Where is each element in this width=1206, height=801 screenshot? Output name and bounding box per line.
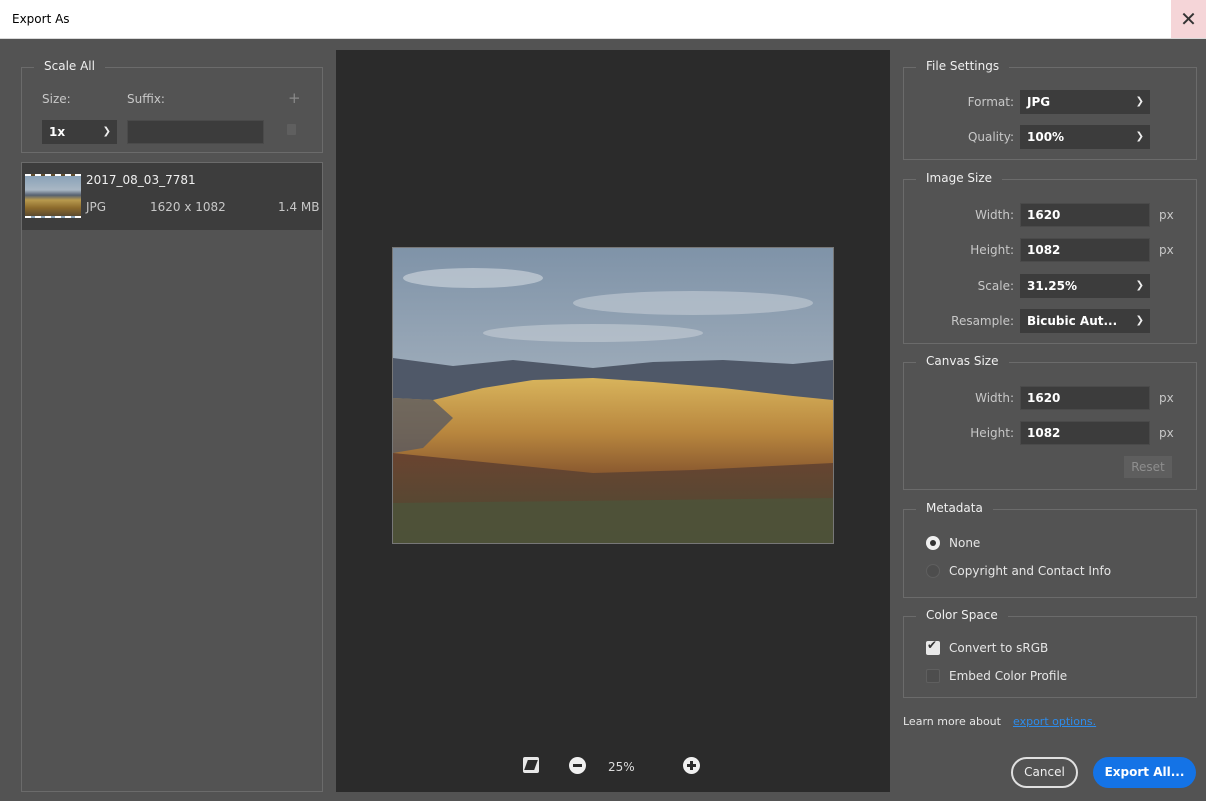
size-label: Size: [42, 92, 71, 106]
format-label: Format: [967, 95, 1014, 109]
scale-select[interactable]: 31.25% ❯ [1020, 274, 1150, 298]
delete-scale-icon[interactable] [287, 124, 296, 135]
image-width-unit: px [1159, 208, 1174, 222]
close-button[interactable]: ✕ [1171, 0, 1206, 38]
canvas-width-input[interactable]: 1620 [1020, 386, 1150, 410]
canvas-width-unit: px [1159, 391, 1174, 405]
preview-image [392, 247, 834, 544]
title-bar: Export As ✕ [0, 0, 1206, 39]
format-select[interactable]: JPG ❯ [1020, 90, 1150, 114]
add-scale-icon[interactable]: + [288, 89, 301, 107]
fit-screen-icon[interactable] [523, 757, 539, 773]
image-height-label: Height: [970, 243, 1014, 257]
color-space-group: Color Space [903, 608, 1197, 698]
zoom-level: 25% [608, 760, 635, 774]
convert-srgb-checkbox[interactable]: ✔ [926, 638, 940, 655]
metadata-copyright-label[interactable]: Copyright and Contact Info [949, 564, 1111, 578]
scale-label: Scale: [977, 279, 1014, 293]
asset-item[interactable]: 2017_08_03_7781 JPG 1620 x 1082 1.4 MB [22, 163, 322, 230]
window-title: Export As [12, 12, 70, 26]
scale-all-legend: Scale All [34, 59, 105, 73]
color-space-legend: Color Space [916, 608, 1008, 622]
canvas-width-label: Width: [975, 391, 1014, 405]
zoom-in-icon[interactable] [683, 757, 700, 774]
chevron-down-icon: ❯ [1135, 315, 1144, 326]
metadata-group: Metadata [903, 501, 1197, 598]
convert-srgb-label[interactable]: Convert to sRGB [949, 641, 1048, 655]
image-size-legend: Image Size [916, 171, 1003, 185]
embed-profile-label[interactable]: Embed Color Profile [949, 669, 1067, 683]
checkmark-icon: ✔ [927, 638, 938, 652]
export-options-link[interactable]: export options. [1013, 715, 1096, 728]
metadata-copyright-radio[interactable] [926, 564, 940, 578]
metadata-legend: Metadata [916, 501, 993, 515]
metadata-none-radio[interactable] [926, 536, 940, 550]
reset-button[interactable]: Reset [1124, 456, 1172, 478]
file-settings-legend: File Settings [916, 59, 1010, 73]
chevron-down-icon: ❯ [1135, 131, 1144, 142]
metadata-none-label[interactable]: None [949, 536, 980, 550]
cancel-button[interactable]: Cancel [1011, 757, 1078, 788]
size-select[interactable]: 1x ❯ [42, 120, 117, 144]
learn-more-text: Learn more about [903, 715, 1001, 728]
asset-filesize: 1.4 MB [278, 200, 320, 214]
image-height-unit: px [1159, 243, 1174, 257]
asset-thumbnail [25, 174, 81, 218]
suffix-label: Suffix: [127, 92, 165, 106]
close-icon: ✕ [1180, 7, 1197, 31]
canvas-size-legend: Canvas Size [916, 354, 1009, 368]
quality-select[interactable]: 100% ❯ [1020, 125, 1150, 149]
asset-list [21, 162, 323, 792]
suffix-input[interactable] [127, 120, 264, 144]
asset-format: JPG [86, 200, 107, 214]
chevron-down-icon: ❯ [1135, 280, 1144, 291]
resample-select[interactable]: Bicubic Aut... ❯ [1020, 309, 1150, 333]
quality-label: Quality: [967, 130, 1014, 144]
landscape-image [393, 248, 833, 543]
resample-label: Resample: [951, 314, 1014, 328]
chevron-down-icon: ❯ [102, 126, 111, 137]
canvas-height-input[interactable]: 1082 [1020, 421, 1150, 445]
image-height-input[interactable]: 1082 [1020, 238, 1150, 262]
image-width-input[interactable]: 1620 [1020, 203, 1150, 227]
embed-profile-checkbox[interactable] [926, 669, 940, 683]
preview-area: 25% [336, 50, 890, 792]
canvas-height-unit: px [1159, 426, 1174, 440]
image-width-label: Width: [975, 208, 1014, 222]
asset-name: 2017_08_03_7781 [86, 173, 196, 187]
zoom-out-icon[interactable] [569, 757, 586, 774]
chevron-down-icon: ❯ [1135, 96, 1144, 107]
export-all-button[interactable]: Export All... [1093, 757, 1196, 788]
asset-dimensions: 1620 x 1082 [150, 200, 226, 214]
canvas-height-label: Height: [970, 426, 1014, 440]
